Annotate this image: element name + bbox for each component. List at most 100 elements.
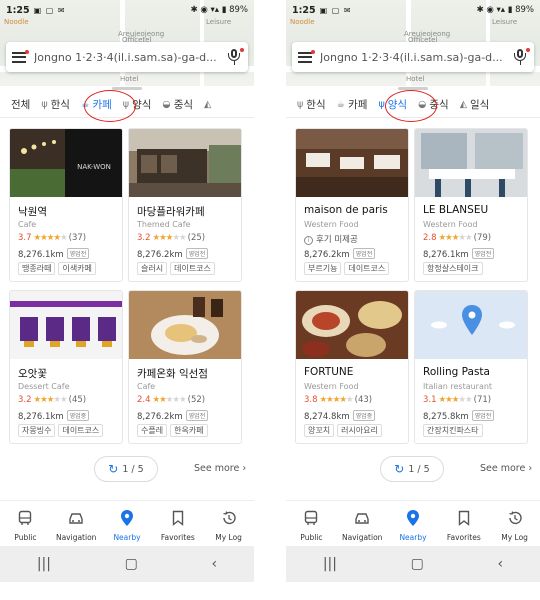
open-status-badge: 영업전	[471, 410, 495, 421]
place-name: maison de paris	[304, 204, 388, 216]
map-poi-label: Hotel	[406, 75, 425, 83]
bus-icon	[17, 509, 33, 527]
place-card[interactable]: FORTUNE Western Food 3.8 ★★★★★ (43) 8,274.…	[295, 290, 409, 444]
notification-icons: ▣ ▢ ✉	[319, 5, 352, 15]
place-card[interactable]: 카페온화 익선점 Cafe 2.4 ★★★★★ (52) 8,276.2km 영업전 …	[128, 290, 242, 444]
bowl-icon: ◭	[204, 99, 212, 110]
open-status-badge: 영업전	[185, 410, 209, 421]
microphone-icon[interactable]	[226, 48, 244, 66]
place-photo	[129, 291, 241, 359]
search-location-text[interactable]: Jongno 1·2·3·4(il.i.sam.sa)-ga-d...	[320, 51, 506, 64]
microphone-icon[interactable]	[512, 48, 530, 66]
screenshot-pair: Noodle Areujeojeong Officetel Hotel Leis…	[0, 0, 540, 600]
tab-korean[interactable]: ψ 한식	[297, 97, 326, 112]
home-icon[interactable]: ▢	[125, 556, 138, 572]
nav-nearby[interactable]: Nearby	[388, 501, 439, 546]
nav-navigation[interactable]: Navigation	[337, 501, 388, 546]
place-distance: 8,276.2km 영업전	[304, 248, 376, 260]
recent-apps-icon[interactable]: |||	[37, 556, 51, 572]
place-review-status: i 후기 미제공	[304, 233, 358, 245]
nav-favorites[interactable]: Favorites	[152, 501, 203, 546]
place-distance: 8,274.8km 영업중	[304, 410, 376, 422]
menu-icon[interactable]	[298, 49, 315, 63]
bottom-navigation: Public Navigation Nearby Favorites My Lo…	[286, 500, 540, 546]
spoon-fork-icon: ψ	[378, 99, 385, 110]
refresh-icon: ↻	[394, 462, 405, 476]
see-more-link[interactable]: See more ›	[194, 463, 246, 474]
nav-favorites[interactable]: Favorites	[438, 501, 489, 546]
place-name: FORTUNE	[304, 366, 354, 378]
tab-label: 한식	[306, 99, 326, 111]
place-name: 마당플라워카페	[137, 206, 205, 218]
place-card[interactable]: LE BLANSEU Western Food 2.8 ★★★★★ (79) 8,2…	[414, 128, 528, 282]
tab-japanese[interactable]: ◭ 일식	[460, 97, 490, 112]
home-icon[interactable]: ▢	[411, 556, 424, 572]
place-photo	[10, 291, 122, 359]
star-rating-icon: ★★★★★	[152, 395, 187, 405]
nav-mylog[interactable]: My Log	[489, 501, 540, 546]
status-bar: 1:25 ▣ ▢ ✉ ✱ ◉ ▾▴ ▮ 89%	[286, 0, 540, 20]
pin-icon	[120, 509, 134, 527]
place-category: Western Food	[304, 220, 359, 229]
place-category: Western Food	[304, 382, 359, 391]
history-icon	[221, 509, 237, 527]
place-card[interactable]: NAK-WON 낙원역 Cafe 3.7 ★★★★★ (37) 8,276.1km 영…	[9, 128, 123, 282]
pagination-button[interactable]: ↻ 1 / 5	[380, 456, 444, 482]
search-bar[interactable]: Jongno 1·2·3·4(il.i.sam.sa)-ga-d...	[6, 42, 248, 72]
place-name: Rolling Pasta	[423, 366, 490, 378]
place-card[interactable]: maison de paris Western Food i 후기 미제공 8,2…	[295, 128, 409, 282]
open-status-badge: 영업전	[352, 248, 376, 259]
search-location-text[interactable]: Jongno 1·2·3·4(il.i.sam.sa)-ga-d...	[34, 51, 220, 64]
star-rating-icon: ★★★★★	[319, 395, 354, 405]
place-rating: 3.2 ★★★★★ (45)	[18, 395, 87, 405]
place-rating: 2.4 ★★★★★ (52)	[137, 395, 206, 405]
tab-korean[interactable]: ψ 한식	[41, 97, 70, 112]
see-more-link[interactable]: See more ›	[480, 463, 532, 474]
spoon-fork-icon: ψ	[297, 99, 304, 110]
place-photo	[296, 291, 408, 359]
spoon-fork-icon: ψ	[41, 99, 48, 110]
place-tags: 슬러시 데이트코스	[137, 262, 218, 275]
place-name: 오앗꽃	[18, 368, 47, 380]
info-icon: i	[304, 236, 313, 245]
system-navigation-bar: ||| ▢ ‹	[0, 546, 254, 582]
place-tags: 땡종라떼 이색카페	[18, 262, 99, 275]
place-category: Western Food	[423, 220, 478, 229]
place-distance: 8,276.2km 영업전	[137, 410, 209, 422]
page-indicator: 1 / 5	[122, 463, 144, 475]
place-rating: 3.1 ★★★★★ (71)	[423, 395, 492, 405]
star-rating-icon: ★★★★★	[33, 395, 68, 405]
car-icon	[67, 509, 85, 527]
nav-mylog[interactable]: My Log	[203, 501, 254, 546]
place-distance: 8,276.1km 영업중	[18, 410, 90, 422]
open-status-badge: 영업중	[352, 410, 376, 421]
nav-public[interactable]: Public	[286, 501, 337, 546]
tab-more-partial[interactable]: ◭	[204, 99, 214, 110]
battery-level: 89%	[515, 5, 534, 15]
recent-apps-icon[interactable]: |||	[323, 556, 337, 572]
open-status-badge: 영업중	[66, 410, 90, 421]
back-icon[interactable]: ‹	[498, 556, 504, 572]
tab-all[interactable]: 전체	[11, 97, 30, 112]
place-distance: 8,276.2km 영업전	[137, 248, 209, 260]
nav-public[interactable]: Public	[0, 501, 51, 546]
tab-label: 전체	[11, 99, 31, 111]
place-card[interactable]: 마당플라워카페 Themed Cafe 3.2 ★★★★★ (25) 8,276.2…	[128, 128, 242, 282]
back-icon[interactable]: ‹	[212, 556, 218, 572]
place-rating: 3.2 ★★★★★ (25)	[137, 233, 206, 243]
star-rating-icon: ★★★★★	[152, 233, 187, 243]
menu-icon[interactable]	[12, 49, 29, 63]
place-photo	[415, 129, 527, 197]
tab-cafe[interactable]: ☕ 카페	[337, 97, 368, 112]
nav-navigation[interactable]: Navigation	[51, 501, 102, 546]
place-card[interactable]: Rolling Pasta Italian restaurant 3.1 ★★★★…	[414, 290, 528, 444]
status-right: ✱ ◉ ▾▴ ▮ 89%	[190, 5, 248, 15]
nav-nearby[interactable]: Nearby	[102, 501, 153, 546]
search-bar[interactable]: Jongno 1·2·3·4(il.i.sam.sa)-ga-d...	[292, 42, 534, 72]
pagination-button[interactable]: ↻ 1 / 5	[94, 456, 158, 482]
status-bar: 1:25 ▣ ▢ ✉ ✱ ◉ ▾▴ ▮ 89%	[0, 0, 254, 20]
chevron-right-icon: ›	[528, 463, 533, 474]
status-time: 1:25	[292, 4, 316, 16]
place-card[interactable]: 오앗꽃 Dessert Cafe 3.2 ★★★★★ (45) 8,276.1km 영…	[9, 290, 123, 444]
tab-chinese[interactable]: ◒ 중식	[162, 97, 193, 112]
